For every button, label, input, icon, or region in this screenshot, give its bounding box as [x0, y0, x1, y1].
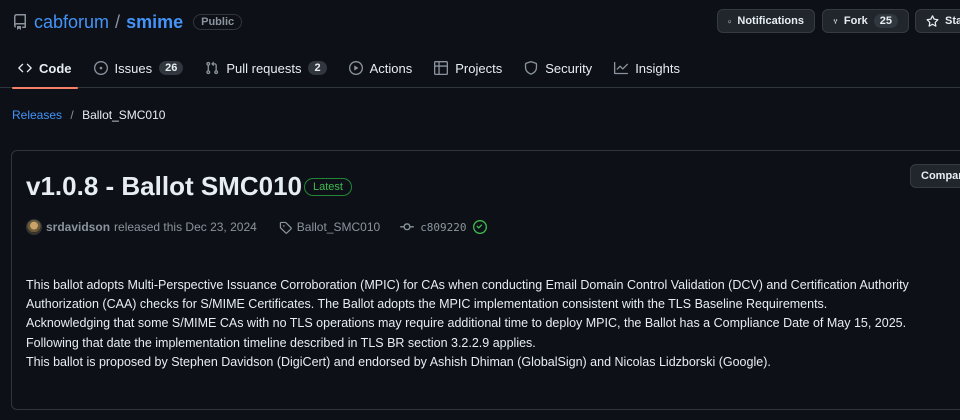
git-commit-icon — [400, 223, 415, 231]
tab-issues[interactable]: Issues 26 — [88, 48, 194, 88]
tag-icon — [279, 221, 292, 234]
tab-insights-label: Insights — [635, 60, 680, 76]
play-icon — [348, 61, 363, 75]
repo-header: cabforum / smime Public Notifications Fo… — [0, 0, 960, 89]
author-link[interactable]: srdavidson — [46, 220, 110, 234]
star-icon — [926, 14, 939, 27]
commit-link[interactable]: c809220 — [400, 220, 487, 234]
tab-issues-label: Issues — [114, 60, 153, 76]
release-title: v1.0.8 - Ballot SMC010 — [26, 171, 302, 201]
repo-title: cabforum / smime Public — [12, 10, 243, 34]
compare-button[interactable]: Compare — [910, 164, 960, 188]
notifications-label: Notifications — [737, 15, 804, 27]
table-icon — [434, 61, 449, 75]
release-notes-line: Acknowledging that some S/MIME CAs with … — [26, 316, 907, 331]
notifications-button[interactable]: Notifications — [717, 9, 815, 33]
tab-actions-label: Actions — [369, 60, 413, 76]
tab-projects-label: Projects — [455, 60, 503, 76]
release-tag-label: Ballot_SMC010 — [296, 220, 381, 234]
tab-security-label: Security — [545, 60, 593, 76]
release-tag-link[interactable]: Ballot_SMC010 — [279, 220, 380, 234]
latest-badge: Latest — [304, 178, 352, 196]
tab-pull-requests[interactable]: Pull requests 2 — [199, 48, 336, 88]
tab-projects[interactable]: Projects — [428, 48, 512, 88]
release-notes-line: This ballot is proposed by Stephen David… — [26, 354, 771, 369]
star-label: Sta — [945, 15, 960, 27]
breadcrumb-current: Ballot_SMC010 — [82, 108, 166, 122]
tab-insights[interactable]: Insights — [608, 48, 690, 88]
tab-code-label: Code — [39, 60, 72, 76]
tab-actions[interactable]: Actions — [343, 48, 423, 88]
pull-requests-count: 2 — [308, 61, 327, 75]
tab-security[interactable]: Security — [518, 48, 602, 88]
release-notes-line: Following that date the implementation t… — [26, 335, 536, 350]
breadcrumb-separator: / — [70, 108, 74, 122]
graph-icon — [614, 61, 629, 75]
release-notes: This ballot adopts Multi-Perspective Iss… — [26, 276, 960, 372]
issues-count: 26 — [159, 61, 184, 75]
repo-owner-link[interactable]: cabforum — [34, 12, 109, 33]
code-icon — [18, 63, 32, 73]
bell-icon — [728, 19, 732, 23]
tab-code[interactable]: Code — [12, 48, 82, 89]
repo-separator: / — [115, 11, 121, 32]
commit-sha: c809220 — [420, 220, 467, 234]
issue-opened-icon — [93, 61, 108, 75]
avatar[interactable] — [26, 219, 42, 235]
repo-nav: Code Issues 26 Pull requests 2 Actions P… — [12, 48, 696, 89]
tab-pull-requests-label: Pull requests — [226, 60, 302, 76]
repo-name-link[interactable]: smime — [126, 12, 183, 33]
star-button[interactable]: Sta — [915, 9, 960, 33]
git-pull-request-icon — [206, 61, 219, 75]
release-card: v1.0.8 - Ballot SMC010 Latest Compare sr… — [11, 150, 960, 410]
release-meta: srdavidson released this Dec 23, 2024 Ba… — [26, 217, 487, 237]
repo-forked-icon — [833, 18, 838, 24]
breadcrumb-releases-link[interactable]: Releases — [12, 108, 62, 122]
released-text: released this Dec 23, 2024 — [114, 220, 257, 234]
fork-label: Fork — [843, 15, 868, 27]
check-circle-icon — [472, 220, 487, 234]
shield-icon — [525, 61, 538, 75]
visibility-badge: Public — [193, 14, 243, 30]
fork-count: 25 — [873, 14, 898, 28]
breadcrumb: Releases / Ballot_SMC010 — [12, 108, 165, 122]
release-notes-line: This ballot adopts Multi-Perspective Iss… — [26, 278, 909, 292]
repo-icon — [12, 14, 28, 30]
release-notes-line: Authorization (CAA) checks for S/MIME Ce… — [26, 297, 828, 312]
fork-button[interactable]: Fork 25 — [822, 9, 909, 33]
